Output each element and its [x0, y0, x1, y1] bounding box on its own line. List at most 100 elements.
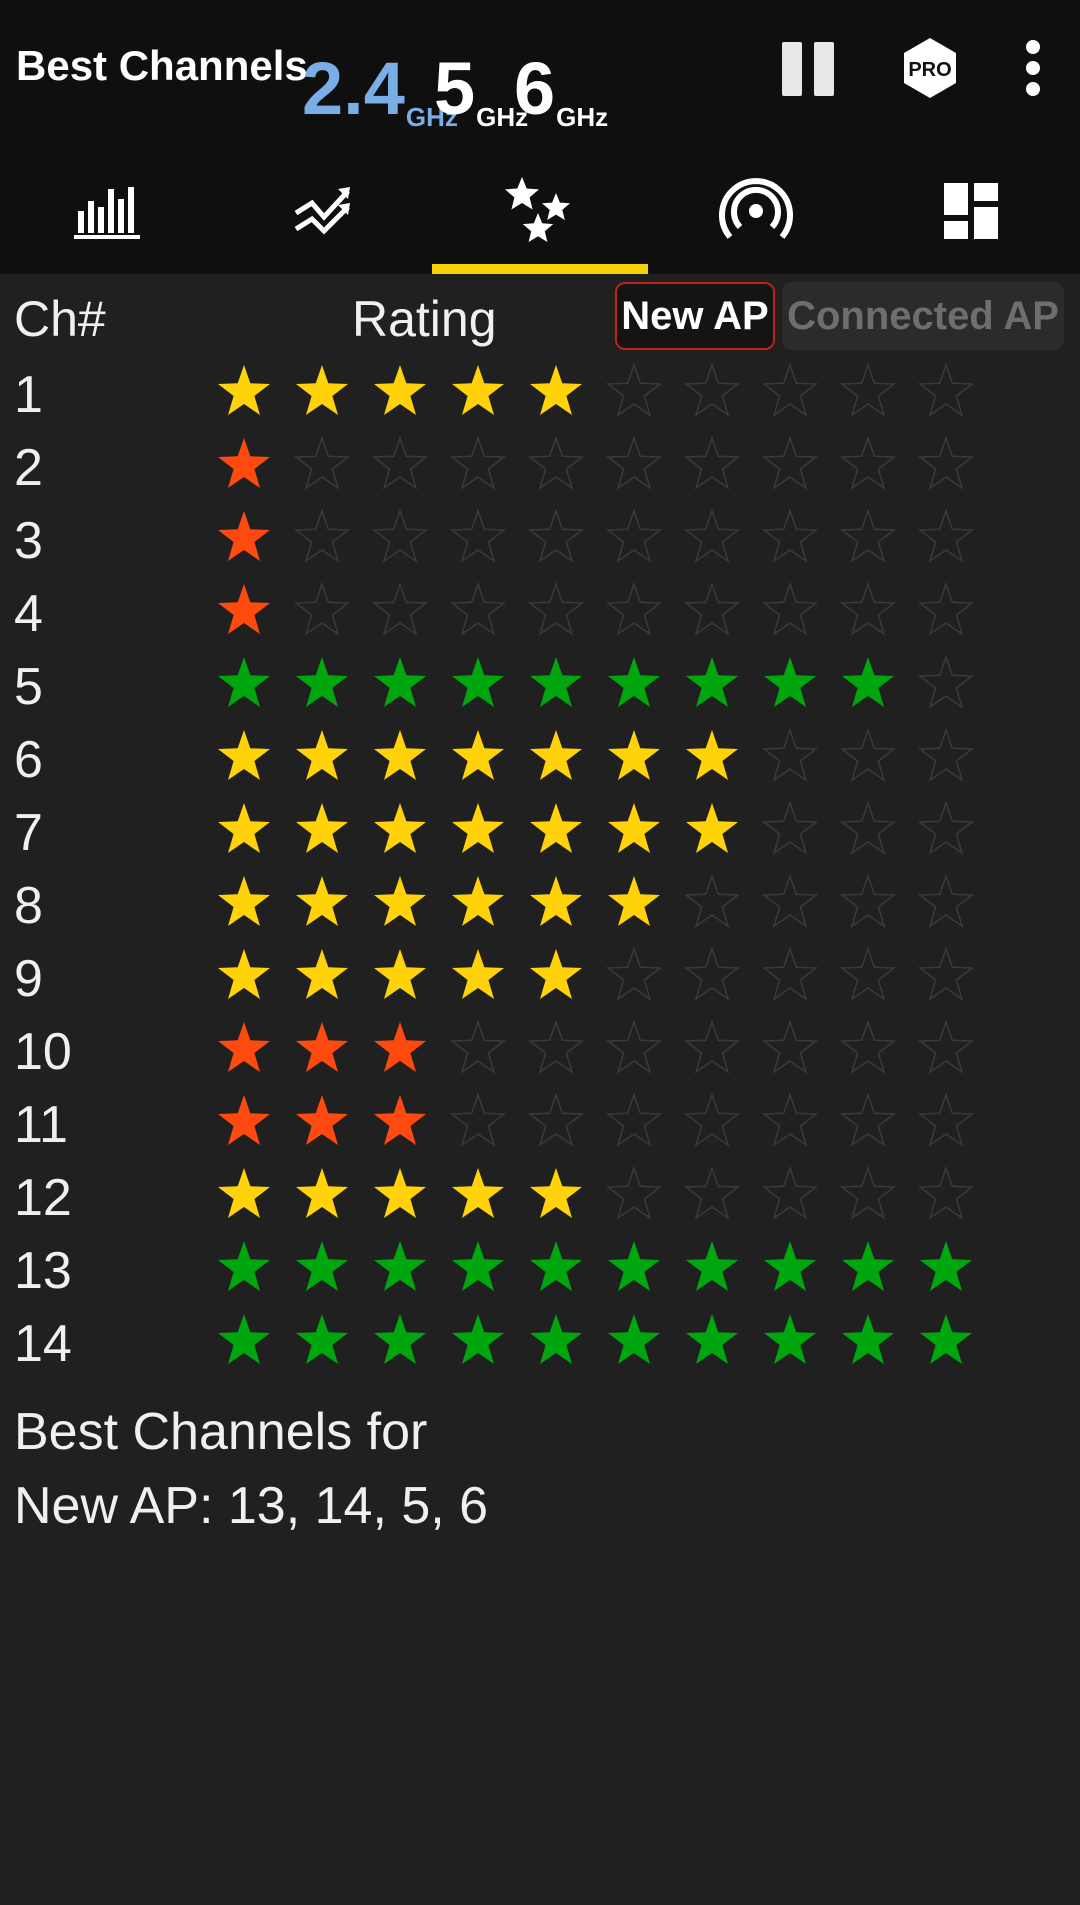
filled-star-icon	[452, 949, 504, 999]
filled-star-icon	[218, 511, 270, 561]
filled-star-icon	[374, 949, 426, 999]
channel-column-header: Ch#	[14, 291, 106, 347]
tab-bar-graph[interactable]	[0, 148, 216, 274]
channel-number: 7	[14, 804, 43, 862]
empty-star-icon	[839, 436, 897, 490]
filled-star-icon	[374, 1095, 426, 1145]
empty-star-icon	[449, 436, 507, 490]
empty-star-icon	[683, 509, 741, 563]
empty-star-icon	[527, 1020, 585, 1074]
table-row: 4	[0, 574, 1080, 647]
empty-star-icon	[839, 1093, 897, 1147]
empty-star-icon	[761, 1166, 819, 1220]
empty-star-icon	[839, 1020, 897, 1074]
empty-star-icon	[527, 436, 585, 490]
empty-star-icon	[761, 801, 819, 855]
filled-star-icon	[452, 1314, 504, 1364]
filled-star-icon	[452, 365, 504, 415]
filled-star-icon	[920, 1241, 972, 1291]
more-options-icon[interactable]	[1020, 38, 1050, 98]
empty-star-icon	[605, 947, 663, 1001]
channel-number: 5	[14, 658, 43, 716]
empty-star-icon	[371, 436, 429, 490]
filled-star-icon	[530, 657, 582, 707]
filled-star-icon	[374, 1241, 426, 1291]
empty-star-icon	[839, 1166, 897, 1220]
filled-star-icon	[218, 657, 270, 707]
filled-star-icon	[218, 1314, 270, 1364]
pause-icon[interactable]	[780, 42, 836, 96]
filled-star-icon	[764, 657, 816, 707]
tab-time-graph[interactable]	[216, 148, 432, 274]
filled-star-icon	[296, 1241, 348, 1291]
channel-number: 1	[14, 366, 43, 424]
empty-star-icon	[917, 947, 975, 1001]
filled-star-icon	[296, 803, 348, 853]
pro-icon[interactable]: PRO	[898, 36, 962, 100]
empty-star-icon	[917, 801, 975, 855]
filled-star-icon	[452, 876, 504, 926]
empty-star-icon	[683, 1093, 741, 1147]
table-row: 11	[0, 1085, 1080, 1158]
empty-star-icon	[683, 1166, 741, 1220]
empty-star-icon	[605, 582, 663, 636]
channel-number: 13	[14, 1242, 72, 1300]
empty-star-icon	[605, 1093, 663, 1147]
filled-star-icon	[452, 1241, 504, 1291]
empty-star-icon	[605, 436, 663, 490]
empty-star-icon	[605, 1020, 663, 1074]
filled-star-icon	[296, 365, 348, 415]
empty-star-icon	[683, 436, 741, 490]
filled-star-icon	[374, 730, 426, 780]
channel-number: 4	[14, 585, 43, 643]
filled-star-icon	[842, 657, 894, 707]
empty-star-icon	[917, 436, 975, 490]
channel-number: 12	[14, 1169, 72, 1227]
filled-star-icon	[218, 438, 270, 488]
time-graph-icon	[294, 187, 350, 235]
empty-star-icon	[683, 1020, 741, 1074]
dashboard-icon	[944, 183, 998, 239]
filled-star-icon	[452, 803, 504, 853]
empty-star-icon	[605, 1166, 663, 1220]
channel-number: 6	[14, 731, 43, 789]
band-6ghz-button[interactable]: 6 GHz	[514, 36, 608, 131]
filled-star-icon	[686, 730, 738, 780]
band-value: 6	[514, 47, 556, 130]
connected-ap-toggle-button[interactable]: Connected AP	[782, 282, 1064, 350]
filled-star-icon	[530, 803, 582, 853]
empty-star-icon	[605, 509, 663, 563]
filled-star-icon	[530, 365, 582, 415]
filled-star-icon	[686, 803, 738, 853]
filled-star-icon	[218, 1241, 270, 1291]
empty-star-icon	[683, 874, 741, 928]
empty-star-icon	[527, 509, 585, 563]
new-ap-toggle-button[interactable]: New AP	[615, 282, 775, 350]
filled-star-icon	[374, 365, 426, 415]
filled-star-icon	[686, 657, 738, 707]
tab-dashboard[interactable]	[864, 148, 1080, 274]
filled-star-icon	[530, 1314, 582, 1364]
tab-channel-rating[interactable]	[432, 148, 648, 274]
table-row: 5	[0, 647, 1080, 720]
empty-star-icon	[527, 582, 585, 636]
tab-access-points[interactable]	[648, 148, 864, 274]
filled-star-icon	[686, 1314, 738, 1364]
empty-star-icon	[761, 509, 819, 563]
filled-star-icon	[452, 730, 504, 780]
filled-star-icon	[842, 1314, 894, 1364]
empty-star-icon	[449, 1020, 507, 1074]
filled-star-icon	[452, 657, 504, 707]
filled-star-icon	[296, 949, 348, 999]
band-unit: GHz	[556, 102, 609, 132]
channel-number: 11	[14, 1096, 68, 1154]
filled-star-icon	[686, 1241, 738, 1291]
empty-star-icon	[527, 1093, 585, 1147]
table-row: 3	[0, 501, 1080, 574]
filled-star-icon	[764, 1241, 816, 1291]
table-row: 7	[0, 793, 1080, 866]
filled-star-icon	[218, 1168, 270, 1218]
filled-star-icon	[296, 876, 348, 926]
empty-star-icon	[839, 363, 897, 417]
channel-rating-list: 1 2 3 4 5 6 7 8 9 10 11 12 13 14	[0, 355, 1080, 1377]
